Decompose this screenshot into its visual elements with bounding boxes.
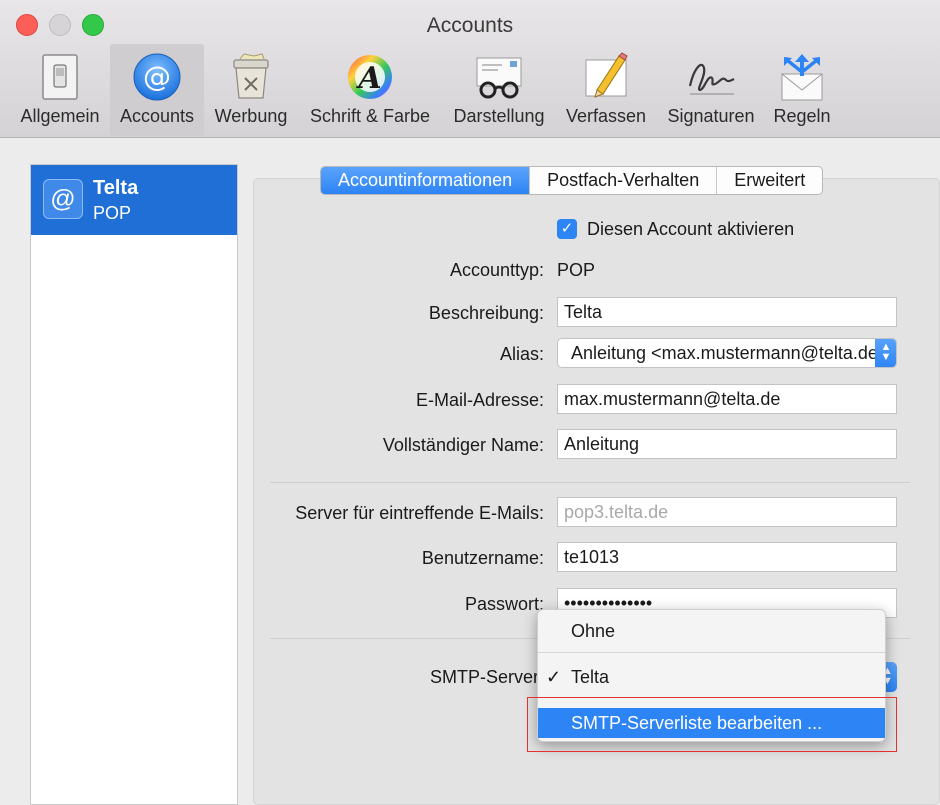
enable-account-checkbox[interactable]: ✓ [557,219,577,239]
toolbar-signaturen[interactable]: Signaturen [660,44,762,136]
fullname-field[interactable]: Anleitung [557,429,897,459]
fullname-label: Vollständiger Name: [382,435,544,455]
email-label: E-Mail-Adresse: [415,390,544,410]
toolbar-accounts[interactable]: @ Accounts [110,44,204,136]
chevron-up-down-icon: ▲ ▼ [875,339,896,367]
highlight-annotation-box [527,697,897,752]
tab-postfach-verhalten[interactable]: Postfach-Verhalten [530,167,718,194]
title-bar: Accounts Allgemein @ Accounts Werbung A … [0,0,940,138]
section-divider [270,482,910,483]
description-field[interactable]: Telta [557,297,897,327]
password-label: Passwort: [464,594,544,614]
preferences-window: Accounts Allgemein @ Accounts Werbung A … [0,0,940,805]
rules-envelope-icon [781,54,823,101]
glasses-icon [476,57,522,99]
account-name: Telta [93,177,139,199]
enable-account-label: Diesen Account aktivieren [587,219,795,239]
accounts-list: @ Telta POP [30,164,238,805]
toolbar-label: Schrift & Farbe [309,106,431,126]
font-color-icon: A [348,55,392,99]
username-field[interactable]: te1013 [557,542,897,572]
username-label: Benutzername: [421,548,544,568]
tab-erweitert[interactable]: Erweitert [717,167,822,194]
toolbar-verfassen[interactable]: Verfassen [558,44,654,136]
alias-value: Anleitung <max.mustermann@telta.de> [571,343,889,363]
svg-text:@: @ [143,60,171,93]
incoming-server-field[interactable]: pop3.telta.de [557,497,897,527]
alias-label: Alias: [499,344,544,364]
switch-icon [42,54,78,100]
window-title: Accounts [426,14,514,37]
toolbar-label: Verfassen [565,106,647,126]
toolbar-schrift-farbe[interactable]: A Schrift & Farbe [300,44,440,136]
email-field[interactable]: max.mustermann@telta.de [557,384,897,414]
account-type-value: POP [557,260,596,280]
signature-icon [688,63,735,95]
incoming-server-label: Server für eintreffende E-Mails: [295,503,544,523]
svg-text:A: A [355,61,381,96]
toolbar-label: Allgemein [20,106,100,126]
menu-item-ohne[interactable]: Ohne [538,616,885,646]
account-type: POP [93,203,132,223]
at-sign-icon: @ [133,53,181,101]
toolbar-label: Darstellung [453,106,545,126]
tab-accountinformationen[interactable]: Accountinformationen [321,167,531,194]
account-type-label: Accounttyp: [449,260,544,280]
account-list-item-telta[interactable]: @ Telta POP [31,165,237,235]
toolbar-label: Signaturen [667,106,755,126]
toolbar-regeln[interactable]: Regeln [766,44,838,136]
at-sign-icon: @ [43,179,83,219]
menu-separator [538,652,885,653]
menu-item-label: Ohne [571,621,616,641]
toolbar-label: Accounts [119,106,195,126]
tab-bar: Accountinformationen Postfach-Verhalten … [320,166,824,195]
toolbar-label: Regeln [773,106,831,126]
menu-item-label: Telta [571,667,610,687]
toolbar-werbung[interactable]: Werbung [206,44,296,136]
smtp-server-label: SMTP-Server: [429,667,544,687]
alias-popup[interactable]: Anleitung <max.mustermann@telta.de> ▲ ▼ [557,338,897,368]
toolbar-label: Werbung [214,106,288,126]
toolbar-darstellung[interactable]: Darstellung [446,44,552,136]
pencil-icon [585,52,628,98]
trash-can-icon [233,53,269,99]
toolbar-allgemein[interactable]: Allgemein [12,44,108,136]
menu-item-telta[interactable]: ✓ Telta [538,662,885,692]
description-label: Beschreibung: [428,303,544,323]
checkmark-icon: ✓ [546,667,562,687]
